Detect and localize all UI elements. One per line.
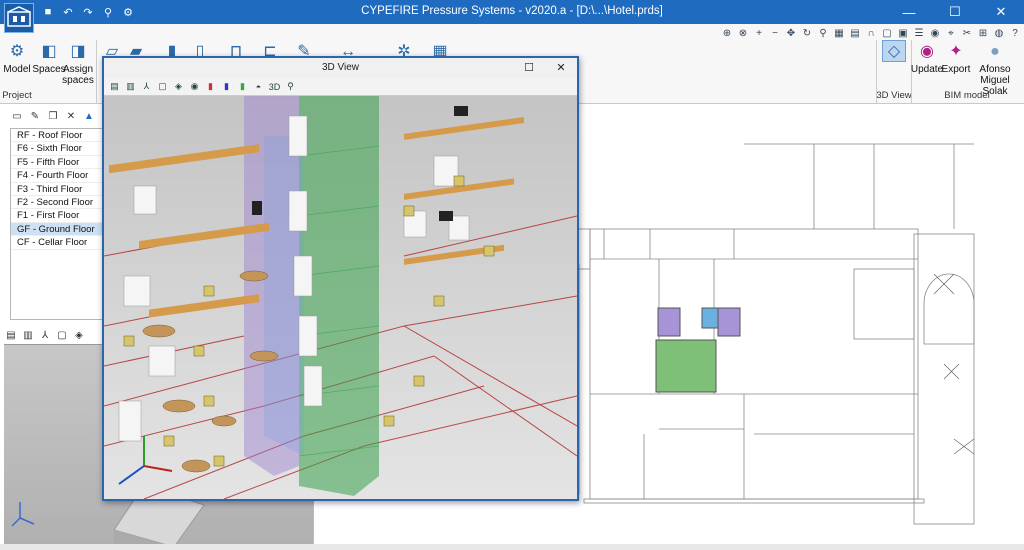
3d-toggle-icon[interactable]: 3D	[268, 80, 281, 93]
bim-model-group-label: BIM model	[944, 90, 990, 101]
user-avatar-icon: ●	[990, 42, 1000, 60]
update-label: Update	[910, 64, 944, 75]
3d-view-title: 3D View	[321, 62, 360, 73]
floor-list: RF - Roof Floor F6 - Sixth Floor F5 - Fift…	[10, 128, 113, 320]
3d-view-group-label: 3D View	[876, 90, 912, 101]
model-gear-icon: ⚙	[9, 42, 25, 60]
move-up-icon[interactable]: ▲	[82, 109, 96, 123]
user-account[interactable]: ● Afonso Miguel Solak	[970, 40, 1020, 97]
view-cube-icon[interactable]: ◈	[72, 328, 86, 342]
view-bim-icon[interactable]: ▤	[4, 328, 18, 342]
assign-spaces-button[interactable]: ◨ Assign spaces	[62, 40, 94, 86]
blue-section-icon[interactable]: ▮	[220, 80, 233, 93]
export-button[interactable]: ✦ Export	[941, 40, 971, 75]
view-bim-icon[interactable]: ▤	[108, 80, 121, 93]
mini-view-toolbar: ▤ ▥ ⅄ ▢ ◈	[4, 328, 86, 342]
view-layers-icon[interactable]: ▥	[21, 328, 35, 342]
axis-indicator-icon	[10, 498, 40, 531]
camera-icon[interactable]: ◉	[928, 26, 942, 40]
view-cube-icon[interactable]: ◈	[172, 80, 185, 93]
spaces-icon: ◧	[41, 42, 57, 60]
assign-spaces-icon: ◨	[70, 42, 86, 60]
zoom-icon[interactable]: ⚲	[284, 80, 297, 93]
floor-list-item[interactable]: GF - Ground Floor	[11, 222, 112, 237]
view-layers-icon[interactable]: ▥	[124, 80, 137, 93]
spaces-button[interactable]: ◧ Spaces	[32, 40, 65, 75]
new-floor-icon[interactable]: ▭	[10, 109, 24, 123]
view-axes-icon[interactable]: ⅄	[140, 80, 153, 93]
floor-list-item[interactable]: CF - Cellar Floor	[11, 236, 112, 250]
help-icon[interactable]: ?	[1008, 26, 1022, 40]
window-title: CYPEFIRE Pressure Systems - v2020.a - [D…	[361, 5, 663, 17]
edit-floor-icon[interactable]: ✎	[28, 109, 42, 123]
zoom-window-icon[interactable]: ⊕	[720, 26, 734, 40]
view-box-icon[interactable]: ▢	[156, 80, 169, 93]
export-icon: ✦	[949, 42, 963, 60]
window-controls: — ☐ ✕	[886, 0, 1024, 24]
tools-icon[interactable]: ✂	[960, 26, 974, 40]
zoom-out-icon[interactable]: −	[768, 26, 782, 40]
3d-view-titlebar[interactable]: 3D View ☐ ✕	[104, 58, 577, 78]
cype-building-logo[interactable]	[4, 3, 34, 33]
status-bar	[0, 544, 1024, 550]
floor-list-item[interactable]: F6 - Sixth Floor	[11, 142, 112, 156]
minimize-button[interactable]: —	[886, 0, 932, 24]
pan-icon[interactable]: ✥	[784, 26, 798, 40]
update-button[interactable]: ◉ Update	[910, 40, 944, 75]
3d-view-window[interactable]: 3D View ☐ ✕ ▤ ▥ ⅄ ▢ ◈ ◉ ▮ ▮ ▮ ◓ 3D ⚲	[102, 56, 579, 501]
view-eye-icon[interactable]: ◉	[188, 80, 201, 93]
view-box-icon[interactable]: ▢	[55, 328, 69, 342]
grid-icon[interactable]: ▦	[832, 26, 846, 40]
project-group-label: Project	[2, 90, 32, 101]
delete-floor-icon[interactable]: ✕	[64, 109, 78, 123]
zoom-all-icon[interactable]: ⊗	[736, 26, 750, 40]
3d-view-toolbar: ▤ ▥ ⅄ ▢ ◈ ◉ ▮ ▮ ▮ ◓ 3D ⚲	[104, 78, 577, 96]
crop-icon[interactable]: ⊞	[976, 26, 990, 40]
3d-view-close-button[interactable]: ✕	[545, 58, 577, 78]
layers-icon[interactable]: ▤	[848, 26, 862, 40]
assign-spaces-label: Assign spaces	[62, 64, 94, 86]
update-icon: ◉	[920, 42, 934, 60]
3d-viewport[interactable]	[104, 96, 577, 499]
model-label: Model	[3, 64, 31, 75]
floor-list-item[interactable]: F2 - Second Floor	[11, 196, 112, 210]
spaces-label: Spaces	[32, 64, 66, 75]
ortho-icon[interactable]: ∩	[864, 26, 878, 40]
frame-icon[interactable]: ▢	[880, 26, 894, 40]
model-button[interactable]: ⚙ Model	[3, 40, 31, 75]
cursor-icon[interactable]: ⌖	[944, 26, 958, 40]
search-icon[interactable]: ⚲	[816, 26, 830, 40]
floor-list-item[interactable]: F5 - Fifth Floor	[11, 156, 112, 170]
ribbon-separator	[96, 40, 97, 104]
cube-icon: ◇	[882, 40, 906, 62]
floor-toolbar: ▭ ✎ ❐ ✕ ▲	[10, 109, 96, 127]
floor-list-item[interactable]: F1 - First Floor	[11, 209, 112, 223]
red-section-icon[interactable]: ▮	[204, 80, 217, 93]
floor-list-item[interactable]: F4 - Fourth Floor	[11, 169, 112, 183]
view-axes-icon[interactable]: ⅄	[38, 328, 52, 342]
3d-view-controls: ☐ ✕	[513, 58, 577, 78]
floor-list-item[interactable]: F3 - Third Floor	[11, 183, 112, 196]
3d-view-maximize-button[interactable]: ☐	[513, 58, 545, 78]
globe-icon[interactable]: ◍	[992, 26, 1006, 40]
copy-floor-icon[interactable]: ❐	[46, 109, 60, 123]
close-button[interactable]: ✕	[978, 0, 1024, 24]
window-icon[interactable]: ▣	[896, 26, 910, 40]
title-bar: ■ ↶ ↷ ⚲ ⚙ CYPEFIRE Pressure Systems - v2…	[0, 0, 1024, 24]
export-label: Export	[941, 64, 971, 75]
floor-list-item[interactable]: RF - Roof Floor	[11, 129, 112, 143]
3d-view-button[interactable]: ◇	[880, 40, 908, 64]
maximize-button[interactable]: ☐	[932, 0, 978, 24]
list-icon[interactable]: ☰	[912, 26, 926, 40]
green-section-icon[interactable]: ▮	[236, 80, 249, 93]
zoom-in-icon[interactable]: +	[752, 26, 766, 40]
visibility-eye-icon[interactable]: ◓	[252, 80, 265, 93]
ribbon-quick-icons: ⊕ ⊗ + − ✥ ↻ ⚲ ▦ ▤ ∩ ▢ ▣ ☰ ◉ ⌖ ✂ ⊞ ◍ ?	[720, 26, 1024, 40]
refresh-icon[interactable]: ↻	[800, 26, 814, 40]
